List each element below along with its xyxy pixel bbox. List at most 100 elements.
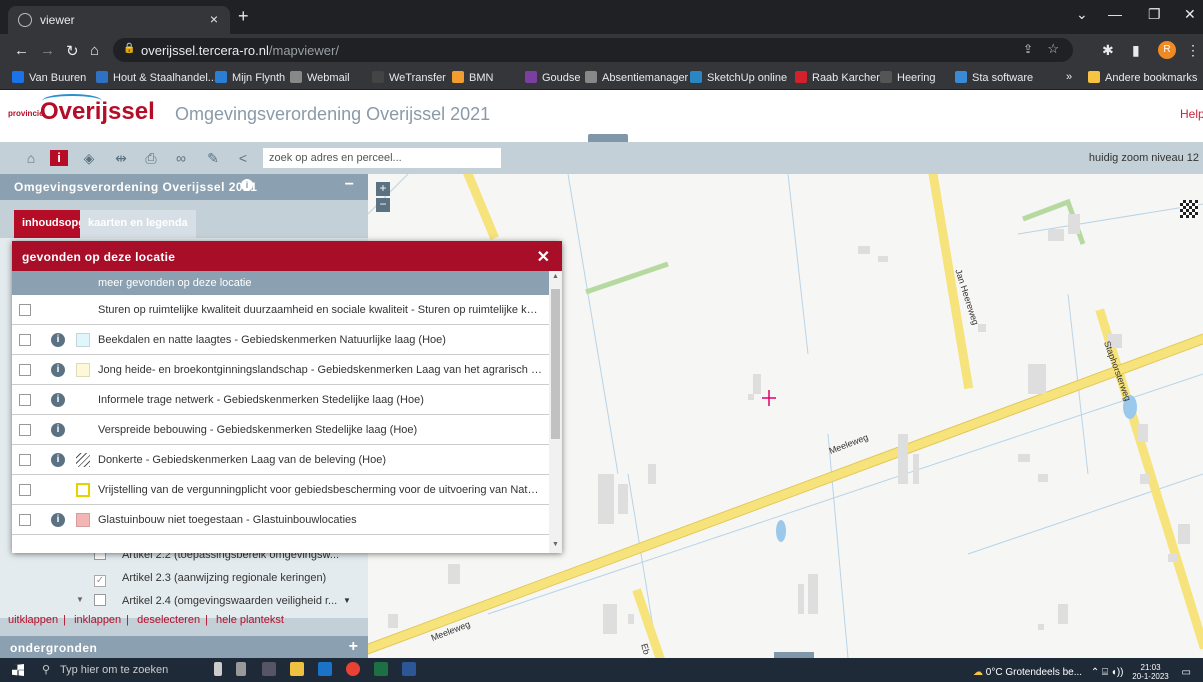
minimize-icon[interactable]: — <box>1108 6 1122 22</box>
bookmark-item[interactable]: Sta software <box>955 71 1033 84</box>
outlook-icon[interactable] <box>318 662 332 676</box>
eraser-icon[interactable]: ◈ <box>80 150 98 166</box>
collapse-all-link[interactable]: inklappen <box>74 614 121 626</box>
popup-result-row[interactable]: Sturen op ruimtelijke kwaliteit duurzaam… <box>12 295 549 325</box>
compare-icon[interactable]: ∞ <box>172 150 190 166</box>
chrome-icon[interactable] <box>346 662 360 676</box>
close-popup-icon[interactable]: ✕ <box>537 247 550 267</box>
bookmark-item[interactable]: Raab Karcher <box>795 71 880 84</box>
close-tab-icon[interactable]: × <box>210 11 218 27</box>
popup-result-row[interactable]: i Beekdalen en natte laagtes - Gebiedsken… <box>12 325 549 355</box>
bookmark-item[interactable]: Van Buuren <box>12 71 86 84</box>
popup-result-row[interactable]: i Glastuinbouw niet toegestaan - Glastuin… <box>12 505 549 535</box>
more-bookmarks-button[interactable]: » <box>1066 71 1072 83</box>
task-view-icon[interactable] <box>262 662 276 676</box>
taskbar-search[interactable]: ⚲ Typ hier om te zoeken <box>34 660 204 680</box>
bookmark-item[interactable]: Heering <box>880 71 936 84</box>
weather-label[interactable]: 0°C Grotendeels be... <box>986 667 1082 678</box>
popup-result-row[interactable]: Vrijstelling van de vergunningplicht voo… <box>12 475 549 505</box>
expand-panel-icon[interactable]: + <box>349 638 358 656</box>
draw-icon[interactable]: ✎ <box>204 150 222 166</box>
reload-icon[interactable]: ↻ <box>66 42 79 60</box>
bookmark-item[interactable]: SketchUp online <box>690 71 787 84</box>
info-icon[interactable]: i <box>51 423 65 437</box>
windows-start-icon[interactable] <box>12 664 24 676</box>
measure-icon[interactable]: ⇹ <box>112 150 130 166</box>
tray-icons[interactable]: ⌃ ⌸ ◖)) <box>1091 667 1124 678</box>
info-icon[interactable]: i <box>241 179 253 191</box>
info-icon[interactable]: i <box>51 453 65 467</box>
popup-subheader[interactable]: meer gevonden op deze locatie <box>12 271 549 295</box>
bookmark-item[interactable]: Webmail <box>290 71 350 84</box>
other-bookmarks-folder[interactable]: Andere bookmarks <box>1088 71 1197 84</box>
popup-result-row[interactable]: i Jong heide- en broekontginningslandscha… <box>12 355 549 385</box>
close-window-icon[interactable]: ✕ <box>1184 6 1196 23</box>
home-icon[interactable]: ⌂ <box>22 150 40 166</box>
zoom-out-button[interactable]: − <box>376 198 390 212</box>
result-checkbox[interactable] <box>19 364 31 376</box>
url-field[interactable]: 🔒 overijssel.tercera-ro.nl/mapviewer/ ⇪ … <box>113 38 1073 62</box>
back-icon[interactable]: ← <box>14 42 29 59</box>
browser-tab[interactable]: viewer × <box>8 6 230 34</box>
expand-all-link[interactable]: uitklappen <box>8 614 58 626</box>
file-explorer-icon[interactable] <box>290 662 304 676</box>
new-tab-button[interactable]: + <box>238 6 249 27</box>
result-checkbox[interactable] <box>19 394 31 406</box>
info-icon[interactable]: i <box>51 333 65 347</box>
tree-checkbox-checked[interactable]: ✓ <box>94 575 106 587</box>
notification-icon[interactable]: ▭ <box>1182 667 1191 678</box>
print-icon[interactable]: ⎙ <box>142 150 160 166</box>
tree-item[interactable]: ✓ Artikel 2.3 (aanwijzing regionale kerin… <box>94 572 326 587</box>
result-checkbox[interactable] <box>19 514 31 526</box>
tree-checkbox[interactable] <box>94 594 106 606</box>
bookmark-item[interactable]: BMN <box>452 71 493 84</box>
logo-text[interactable]: Overijssel <box>40 98 155 126</box>
result-checkbox[interactable] <box>19 304 31 316</box>
bookmark-item[interactable]: Mijn Flynth <box>215 71 285 84</box>
clock[interactable]: 21:03 20-1-2023 <box>1132 663 1168 681</box>
bookmark-item[interactable]: WeTransfer <box>372 71 446 84</box>
expand-arrow-icon[interactable]: ▼ <box>76 595 84 604</box>
full-text-link[interactable]: hele plantekst <box>216 614 284 626</box>
tab-kaarten-en-legenda[interactable]: kaarten en legenda <box>80 210 196 238</box>
share-icon[interactable]: < <box>234 150 252 166</box>
popup-scroll-thumb[interactable] <box>551 289 560 439</box>
tab-search-icon[interactable]: ⌄ <box>1076 6 1088 23</box>
bookmark-item[interactable]: Absentiemanager <box>585 71 688 84</box>
menu-icon[interactable]: ⋮ <box>1186 42 1200 59</box>
profile-avatar[interactable]: R <box>1158 41 1176 59</box>
info-icon[interactable]: i <box>51 363 65 377</box>
bookmark-item[interactable]: Hout & Staalhandel... <box>96 71 217 84</box>
popup-result-row[interactable]: i Donkerte - Gebiedskenmerken Laag van de… <box>12 445 549 475</box>
basemap-switch-icon[interactable] <box>1180 200 1198 218</box>
popup-result-row[interactable]: i Informele trage netwerk - Gebiedskenmer… <box>12 385 549 415</box>
address-search-input[interactable]: zoek op adres en perceel... <box>262 147 502 169</box>
popup-result-row[interactable]: i Verspreide bebouwing - Gebiedskenmerken… <box>12 415 549 445</box>
info-icon[interactable]: i <box>51 393 65 407</box>
extensions-icon[interactable]: ✱ <box>1102 42 1114 59</box>
home-icon[interactable]: ⌂ <box>90 42 99 59</box>
zoom-in-button[interactable]: + <box>376 182 390 196</box>
side-panel-icon[interactable]: ▮ <box>1132 42 1140 59</box>
cortana-icon[interactable] <box>236 662 246 676</box>
penguin-icon[interactable] <box>214 662 222 676</box>
result-checkbox[interactable] <box>19 424 31 436</box>
scroll-up-icon[interactable]: ▲ <box>552 273 559 280</box>
share-icon[interactable]: ⇪ <box>1023 42 1033 56</box>
info-icon[interactable]: i <box>51 513 65 527</box>
word-icon[interactable] <box>402 662 416 676</box>
deselect-link[interactable]: deselecteren <box>137 614 200 626</box>
help-link[interactable]: Help <box>1180 107 1203 121</box>
scroll-down-icon[interactable]: ▼ <box>552 541 559 548</box>
bookmark-star-icon[interactable]: ☆ <box>1047 41 1059 57</box>
collapse-header-handle[interactable] <box>588 134 628 142</box>
result-checkbox[interactable] <box>19 484 31 496</box>
maximize-icon[interactable]: ❐ <box>1148 6 1161 23</box>
ondergronden-panel-header[interactable]: ondergronden + <box>0 636 368 658</box>
collapse-panel-icon[interactable]: − <box>345 176 354 194</box>
excel-icon[interactable] <box>374 662 388 676</box>
bookmark-item[interactable]: Goudse <box>525 71 581 84</box>
result-checkbox[interactable] <box>19 334 31 346</box>
result-checkbox[interactable] <box>19 454 31 466</box>
scroll-down-icon[interactable]: ▼ <box>343 596 351 605</box>
